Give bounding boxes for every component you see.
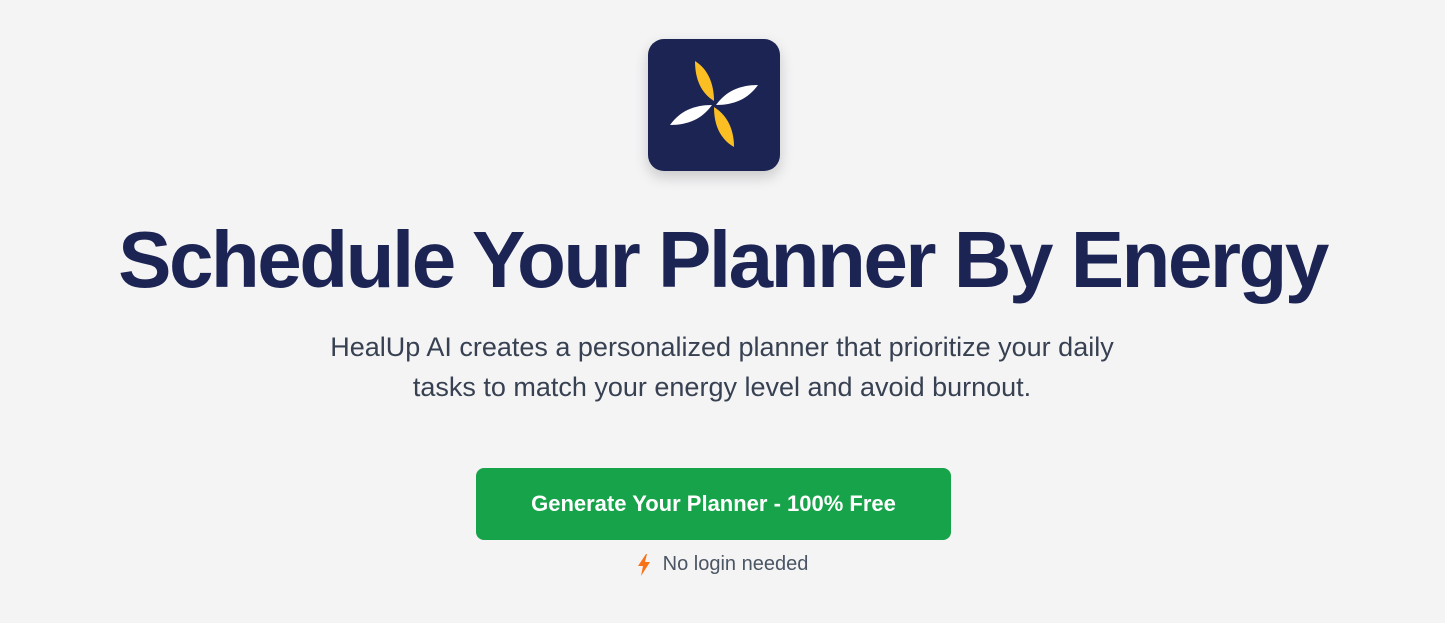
no-login-text: No login needed (662, 553, 809, 575)
hero-headline: Schedule Your Planner By Energy (118, 215, 1329, 304)
app-logo (648, 39, 780, 171)
logo-leaf-right (716, 85, 758, 105)
pinwheel-leaf-icon (670, 61, 758, 147)
no-login-note: No login needed (0, 553, 1445, 576)
logo-leaf-top (695, 61, 714, 101)
landing-page: Schedule Your Planner By Energy HealUp A… (0, 0, 1445, 623)
bolt-shape (637, 553, 650, 576)
lightning-bolt-icon (637, 553, 651, 576)
hero-subtitle-line-1: HealUp AI creates a personalized planner… (330, 332, 1114, 362)
generate-planner-button[interactable]: Generate Your Planner - 100% Free (476, 468, 951, 540)
logo-leaf-bottom (714, 107, 734, 147)
logo-leaf-left (670, 105, 712, 125)
hero-subtitle: HealUp AI creates a personalized planner… (222, 327, 1222, 407)
hero-subtitle-line-2: tasks to match your energy level and avo… (412, 372, 1032, 402)
